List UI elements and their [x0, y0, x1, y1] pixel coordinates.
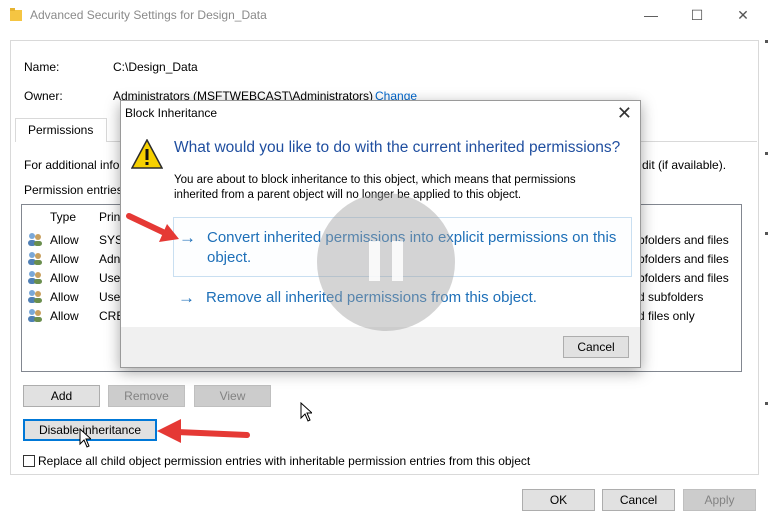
row-applies-to: bfolders and files: [638, 233, 729, 247]
cursor-icon: [79, 428, 91, 448]
warning-icon: [131, 139, 163, 169]
additional-info-suffix: dit (if available).: [642, 158, 727, 172]
row-principal: Use: [99, 271, 121, 285]
permission-entries-label: Permission entries: [24, 183, 123, 197]
row-principal: Adn: [99, 252, 121, 266]
name-value: C:\Design_Data: [113, 60, 198, 74]
apply-button[interactable]: Apply: [683, 489, 756, 511]
row-principal: Use: [99, 290, 121, 304]
background-window-edge: [765, 40, 768, 405]
view-button[interactable]: View: [194, 385, 271, 407]
users-icon: [28, 233, 42, 246]
ok-button[interactable]: OK: [522, 489, 595, 511]
annotation-arrow: [157, 419, 250, 443]
users-icon: [28, 290, 42, 303]
annotation-arrow: [126, 213, 179, 242]
additional-info-text: For additional info: [24, 158, 120, 172]
advanced-security-window: Advanced Security Settings for Design_Da…: [0, 0, 769, 519]
column-type[interactable]: Type: [50, 210, 76, 224]
tab-permissions[interactable]: Permissions: [15, 118, 107, 142]
remove-button[interactable]: Remove: [108, 385, 185, 407]
row-type: Allow: [50, 252, 79, 266]
column-principal[interactable]: Prin: [99, 210, 120, 224]
cursor-icon: [300, 402, 312, 422]
window-title: Advanced Security Settings for Design_Da…: [30, 8, 267, 22]
row-applies-to: d subfolders: [638, 290, 704, 304]
row-type: Allow: [50, 271, 79, 285]
dialog-footer: Cancel: [121, 327, 640, 367]
row-type: Allow: [50, 309, 79, 323]
row-type: Allow: [50, 233, 79, 247]
row-applies-to: bfolders and files: [638, 271, 729, 285]
add-button[interactable]: Add: [23, 385, 100, 407]
users-icon: [28, 271, 42, 284]
close-button[interactable]: ✕: [720, 0, 766, 30]
dialog-heading: What would you like to do with the curre…: [174, 139, 621, 156]
title-bar: Advanced Security Settings for Design_Da…: [0, 0, 769, 30]
users-icon: [28, 252, 42, 265]
users-icon: [28, 309, 42, 322]
arrow-right-icon: →: [178, 288, 195, 307]
replace-entries-checkbox[interactable]: [23, 455, 35, 467]
row-type: Allow: [50, 290, 79, 304]
replace-entries-label: Replace all child object permission entr…: [38, 454, 531, 468]
folder-icon: [10, 8, 22, 21]
row-applies-to: d files only: [638, 309, 695, 323]
owner-label: Owner:: [24, 89, 63, 103]
arrow-right-icon: →: [179, 228, 196, 247]
maximize-button[interactable]: ☐: [674, 0, 720, 30]
pause-overlay[interactable]: [317, 193, 455, 331]
dialog-close-button[interactable]: ✕: [617, 103, 632, 124]
minimize-button[interactable]: —: [628, 0, 674, 30]
cancel-button[interactable]: Cancel: [602, 489, 675, 511]
row-applies-to: bfolders and files: [638, 252, 729, 266]
dialog-title: Block Inheritance: [125, 106, 218, 120]
dialog-cancel-button[interactable]: Cancel: [563, 336, 629, 358]
name-label: Name:: [24, 60, 60, 74]
